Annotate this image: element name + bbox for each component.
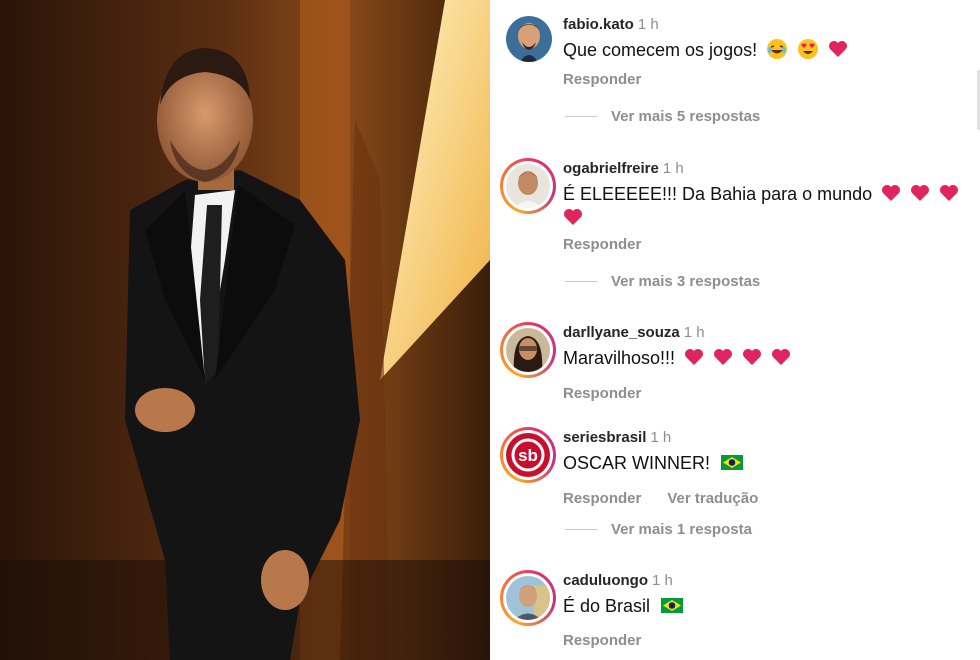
username[interactable]: fabio.kato xyxy=(563,16,634,33)
avatar-ring-gap: sb xyxy=(503,430,553,480)
comment-actions: Responder Ver tradução xyxy=(563,490,758,507)
red-heart-emoji xyxy=(685,349,704,365)
comment-meta: darllyane_souza 1 h xyxy=(563,324,705,341)
comment-meta: caduluongo 1 h xyxy=(563,572,673,589)
reply-button[interactable]: Responder xyxy=(563,71,641,88)
red-heart-emoji xyxy=(882,185,901,201)
view-more-replies[interactable]: Ver mais 3 respostas xyxy=(565,273,760,290)
red-heart-emoji xyxy=(564,209,582,225)
comment-meta: ogabrielfreire 1 h xyxy=(563,160,684,177)
comment-body: Maravilhoso!!! xyxy=(563,348,676,368)
avatar-photo xyxy=(506,164,550,208)
username[interactable]: ogabrielfreire xyxy=(563,160,659,177)
username[interactable]: seriesbrasil xyxy=(563,429,646,446)
comment-meta: fabio.kato 1 h xyxy=(563,16,659,33)
view-more-replies-label: Ver mais 3 respostas xyxy=(611,273,761,290)
man-in-tuxedo-photo xyxy=(0,0,490,660)
avatar[interactable] xyxy=(500,570,556,626)
comment-text: OSCAR WINNER! xyxy=(563,451,963,475)
comment-text: É ELEEEEE!!! Da Bahia para o mundo xyxy=(563,182,963,230)
comment-meta: seriesbrasil 1 h xyxy=(563,429,671,446)
avatar-photo xyxy=(506,16,552,62)
avatar-photo: sb xyxy=(506,433,550,477)
laughing-face-emoji xyxy=(767,39,788,59)
red-heart-emoji xyxy=(940,185,959,201)
divider xyxy=(565,116,597,117)
timestamp: 1 h xyxy=(683,324,705,341)
view-more-replies[interactable]: Ver mais 1 resposta xyxy=(565,521,752,538)
comment-body: É do Brasil xyxy=(563,596,651,616)
red-heart-emoji xyxy=(772,349,791,365)
avatar-photo xyxy=(506,576,550,620)
avatar-ring-gap xyxy=(503,325,553,375)
red-heart-emoji xyxy=(714,349,733,365)
comment-actions: Responder xyxy=(563,236,641,253)
avatar-ring-gap xyxy=(503,573,553,623)
avatar[interactable]: sb xyxy=(500,427,556,483)
view-more-replies-label: Ver mais 5 respostas xyxy=(611,108,761,125)
divider xyxy=(565,281,597,282)
timestamp: 1 h xyxy=(637,16,659,33)
avatar-photo xyxy=(506,328,550,372)
avatar-ring-gap xyxy=(503,161,553,211)
timestamp: 1 h xyxy=(650,429,672,446)
reply-button[interactable]: Responder xyxy=(563,490,641,507)
username[interactable]: darllyane_souza xyxy=(563,324,680,341)
comment-actions: Responder xyxy=(563,632,641,649)
view-more-replies[interactable]: Ver mais 5 respostas xyxy=(565,108,760,125)
heart-eyes-emoji xyxy=(798,39,819,59)
comment-body: Que comecem os jogos! xyxy=(563,40,758,60)
comment-text: Maravilhoso!!! xyxy=(563,346,963,370)
avatar[interactable] xyxy=(500,14,556,70)
comment-text: É do Brasil xyxy=(563,594,963,618)
reply-button[interactable]: Responder xyxy=(563,385,641,402)
red-heart-emoji xyxy=(911,185,930,201)
reply-button[interactable]: Responder xyxy=(563,236,641,253)
comment-actions: Responder xyxy=(563,71,641,88)
comments-panel: fabio.kato 1 h Que comecem os jogos! Resp… xyxy=(490,0,980,660)
post-photo[interactable] xyxy=(0,0,490,660)
reply-button[interactable]: Responder xyxy=(563,632,641,649)
logo-text: sb xyxy=(518,446,538,465)
view-more-replies-label: Ver mais 1 resposta xyxy=(611,521,752,538)
red-heart-emoji xyxy=(829,41,848,57)
comment-text: Que comecem os jogos! xyxy=(563,38,963,62)
username[interactable]: caduluongo xyxy=(563,572,648,589)
comment-body: É ELEEEEE!!! Da Bahia para o mundo xyxy=(563,184,873,204)
timestamp: 1 h xyxy=(652,572,673,589)
brazil-flag-emoji xyxy=(661,598,684,613)
red-heart-emoji xyxy=(743,349,762,365)
brazil-flag-emoji xyxy=(721,455,744,470)
avatar[interactable] xyxy=(500,158,556,214)
timestamp: 1 h xyxy=(662,160,684,177)
comment-body: OSCAR WINNER! xyxy=(563,453,711,473)
translate-button[interactable]: Ver tradução xyxy=(667,490,758,507)
avatar[interactable] xyxy=(500,322,556,378)
comment-actions: Responder xyxy=(563,385,641,402)
seriesbrasil-logo-icon: sb xyxy=(506,433,550,477)
divider xyxy=(565,529,597,530)
